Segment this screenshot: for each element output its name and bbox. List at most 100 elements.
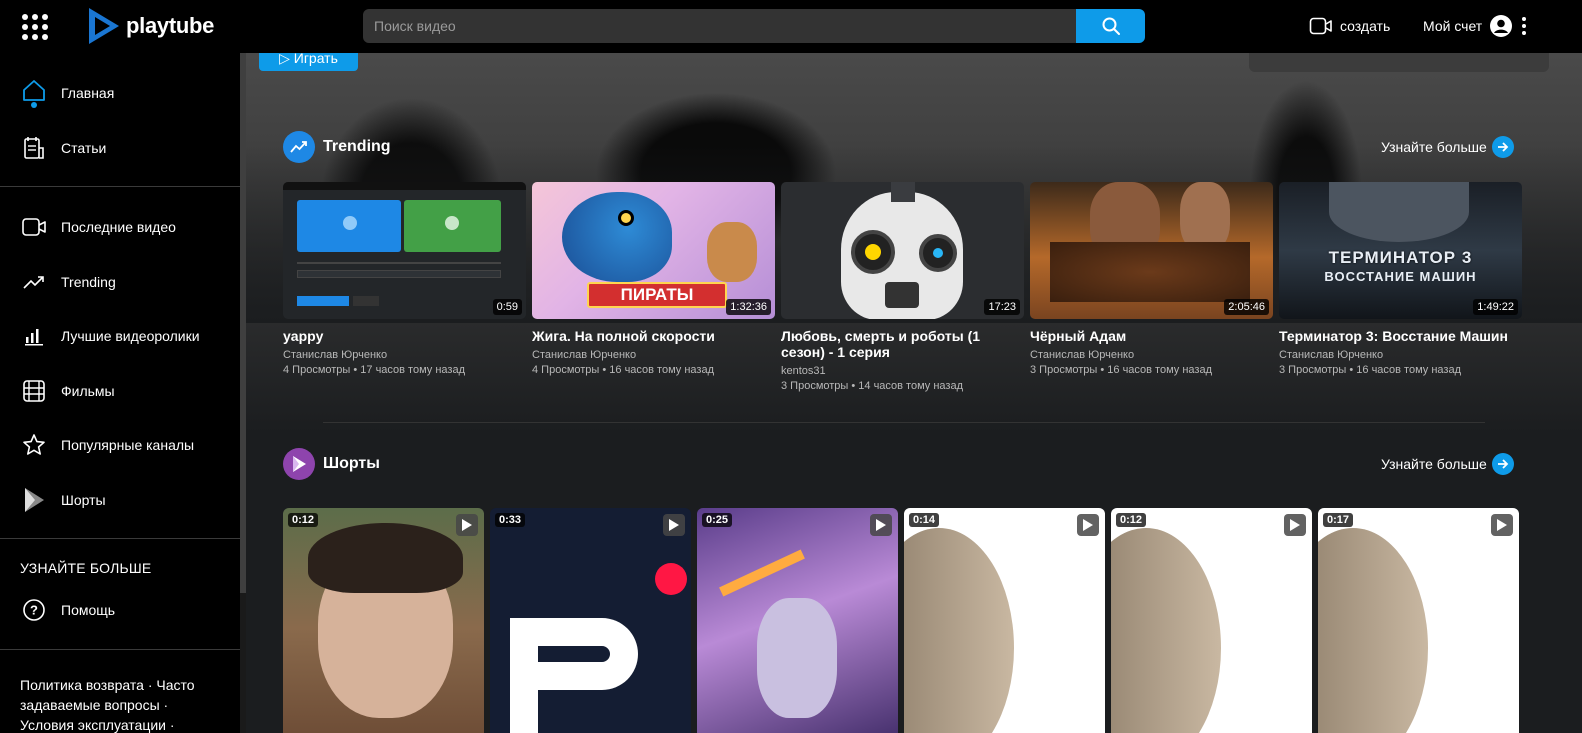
articles-icon xyxy=(20,134,48,162)
sidebar-item-trending[interactable]: Trending xyxy=(20,267,116,297)
play-label: Играть xyxy=(293,53,338,66)
shorts-icon xyxy=(20,486,48,514)
sidebar-item-label: Главная xyxy=(61,85,115,101)
play-icon[interactable] xyxy=(1077,514,1099,536)
short-card[interactable]: 0:14 xyxy=(904,508,1105,733)
create-label: создать xyxy=(1340,18,1391,34)
sidebar-item-latest-videos[interactable]: Последние видео xyxy=(20,212,176,242)
film-icon xyxy=(20,377,48,405)
play-icon[interactable] xyxy=(663,514,685,536)
video-title[interactable]: Чёрный Адам xyxy=(1030,328,1273,344)
sidebar-item-label: Фильмы xyxy=(61,383,115,399)
sidebar-item-label: Популярные каналы xyxy=(61,437,195,453)
sidebar-item-popular-channels[interactable]: Популярные каналы xyxy=(20,430,194,460)
video-thumbnail[interactable]: 0:59 xyxy=(283,182,526,319)
short-card[interactable]: 0:17 xyxy=(1318,508,1519,733)
arrow-right-icon xyxy=(1491,453,1514,475)
sidebar-item-label: Лучшие видеоролики xyxy=(61,328,200,344)
video-duration: 1:49:22 xyxy=(1473,299,1518,315)
user-avatar-icon xyxy=(1490,15,1513,37)
short-card[interactable]: 0:33 xyxy=(490,508,691,733)
video-thumbnail[interactable]: 17:23 xyxy=(781,182,1024,319)
video-title[interactable]: yappy xyxy=(283,328,526,344)
short-duration: 0:12 xyxy=(1116,513,1147,527)
video-card[interactable]: 17:23 Любовь, смерть и роботы (1 сезон) … xyxy=(781,182,1024,394)
play-icon[interactable] xyxy=(1491,514,1513,536)
play-icon[interactable] xyxy=(870,514,892,536)
trending-icon xyxy=(283,131,315,163)
sidebar-item-label: Шорты xyxy=(61,492,106,508)
video-duration: 17:23 xyxy=(984,299,1020,315)
sidebar-item-label: Статьи xyxy=(61,140,107,156)
video-meta: 3 Просмотры • 14 часов тому назад xyxy=(781,380,963,392)
short-card[interactable]: 0:12 xyxy=(1111,508,1312,733)
video-channel[interactable]: Станислав Юрченко xyxy=(1030,348,1273,363)
video-channel[interactable]: Станислав Юрченко xyxy=(532,348,775,363)
logo[interactable]: playtube xyxy=(86,6,214,46)
apps-menu-icon[interactable] xyxy=(22,14,48,40)
account-menu[interactable]: Мой счет xyxy=(1423,14,1527,38)
trending-icon xyxy=(20,268,48,296)
play-icon[interactable] xyxy=(456,514,478,536)
short-duration: 0:12 xyxy=(288,513,319,527)
playtube-logo-icon xyxy=(89,8,119,44)
star-icon xyxy=(20,431,48,459)
terminator-title-line1: ТЕРМИНАТОР 3 xyxy=(1328,248,1473,267)
video-duration: 0:59 xyxy=(492,299,522,315)
sidebar-item-label: Помощь xyxy=(61,602,116,618)
video-meta: 3 Просмотры • 16 часов тому назад xyxy=(1279,364,1461,376)
short-card[interactable]: 0:12 xyxy=(283,508,484,733)
sidebar-divider xyxy=(0,186,240,187)
video-meta: 4 Просмотры • 17 часов тому назад xyxy=(283,364,465,376)
arrow-right-icon xyxy=(1491,136,1514,158)
video-meta: 4 Просмотры • 16 часов тому назад xyxy=(532,364,714,376)
section-divider xyxy=(323,422,1485,423)
sidebar-item-movies[interactable]: Фильмы xyxy=(20,376,115,406)
sidebar-item-help[interactable]: ? Помощь xyxy=(20,595,115,625)
sidebar-item-shorts[interactable]: Шорты xyxy=(20,485,106,515)
video-card[interactable]: 2:05:46 Чёрный Адам Станислав Юрченко 3 … xyxy=(1030,182,1273,378)
main-content: ▷ Играть Trending Узнайте больше 0:59 ya… xyxy=(246,53,1582,733)
pirates-banner: ПИРАТЫ xyxy=(587,282,727,308)
video-title[interactable]: Терминатор 3: Восстание Машин xyxy=(1279,328,1522,344)
hero-info-panel xyxy=(1249,53,1549,72)
sidebar-item-top-videos[interactable]: Лучшие видеоролики xyxy=(20,321,200,351)
video-thumbnail[interactable]: 2:05:46 xyxy=(1030,182,1273,319)
bar-chart-icon xyxy=(20,322,48,350)
video-title[interactable]: Любовь, смерть и роботы (1 сезон) - 1 се… xyxy=(781,328,1024,360)
video-channel[interactable]: Станислав Юрченко xyxy=(1279,348,1522,363)
video-thumbnail[interactable]: ПИРАТЫ 1:32:36 xyxy=(532,182,775,319)
video-card[interactable]: ПИРАТЫ 1:32:36 Жига. На полной скорости … xyxy=(532,182,775,378)
shorts-more-link[interactable]: Узнайте больше xyxy=(1381,452,1514,476)
trending-more-link[interactable]: Узнайте больше xyxy=(1381,135,1514,159)
create-button[interactable]: создать xyxy=(1309,15,1390,37)
video-channel[interactable]: Станислав Юрченко xyxy=(283,348,526,363)
sidebar-item-articles[interactable]: Статьи xyxy=(20,133,106,163)
video-card[interactable]: ТЕРМИНАТОР 3 ВОССТАНИЕ МАШИН 1:49:22 Тер… xyxy=(1279,182,1522,378)
trending-title: Trending xyxy=(323,138,391,155)
sidebar-item-label: Последние видео xyxy=(61,219,176,235)
video-thumbnail[interactable]: ТЕРМИНАТОР 3 ВОССТАНИЕ МАШИН 1:49:22 xyxy=(1279,182,1522,319)
video-duration: 2:05:46 xyxy=(1224,299,1269,315)
footer-links[interactable]: Политика возврата · Часто задаваемые воп… xyxy=(20,675,220,733)
sidebar-divider xyxy=(0,649,240,650)
more-options-icon[interactable] xyxy=(1522,17,1527,35)
video-duration: 1:32:36 xyxy=(726,299,771,315)
video-title[interactable]: Жига. На полной скорости xyxy=(532,328,775,344)
video-camera-icon xyxy=(20,213,48,241)
video-camera-icon xyxy=(1309,17,1332,35)
more-label: Узнайте больше xyxy=(1381,139,1487,155)
sidebar-item-home[interactable]: Главная xyxy=(20,78,114,108)
search-bar xyxy=(363,9,1145,43)
video-card[interactable]: 0:59 yappy Станислав Юрченко 4 Просмотры… xyxy=(283,182,526,378)
more-label: Узнайте больше xyxy=(1381,456,1487,472)
search-input[interactable] xyxy=(363,9,1076,43)
play-icon[interactable] xyxy=(1284,514,1306,536)
play-button[interactable]: ▷ Играть xyxy=(259,53,358,71)
sidebar-item-label: Trending xyxy=(61,274,116,290)
learn-more-title: УЗНАЙТЕ БОЛЬШЕ xyxy=(20,560,152,576)
video-channel[interactable]: kentos31 xyxy=(781,364,1024,379)
top-header: playtube создать Мой счет xyxy=(0,0,1582,53)
search-button[interactable] xyxy=(1076,9,1145,43)
short-card[interactable]: 0:25 xyxy=(697,508,898,733)
